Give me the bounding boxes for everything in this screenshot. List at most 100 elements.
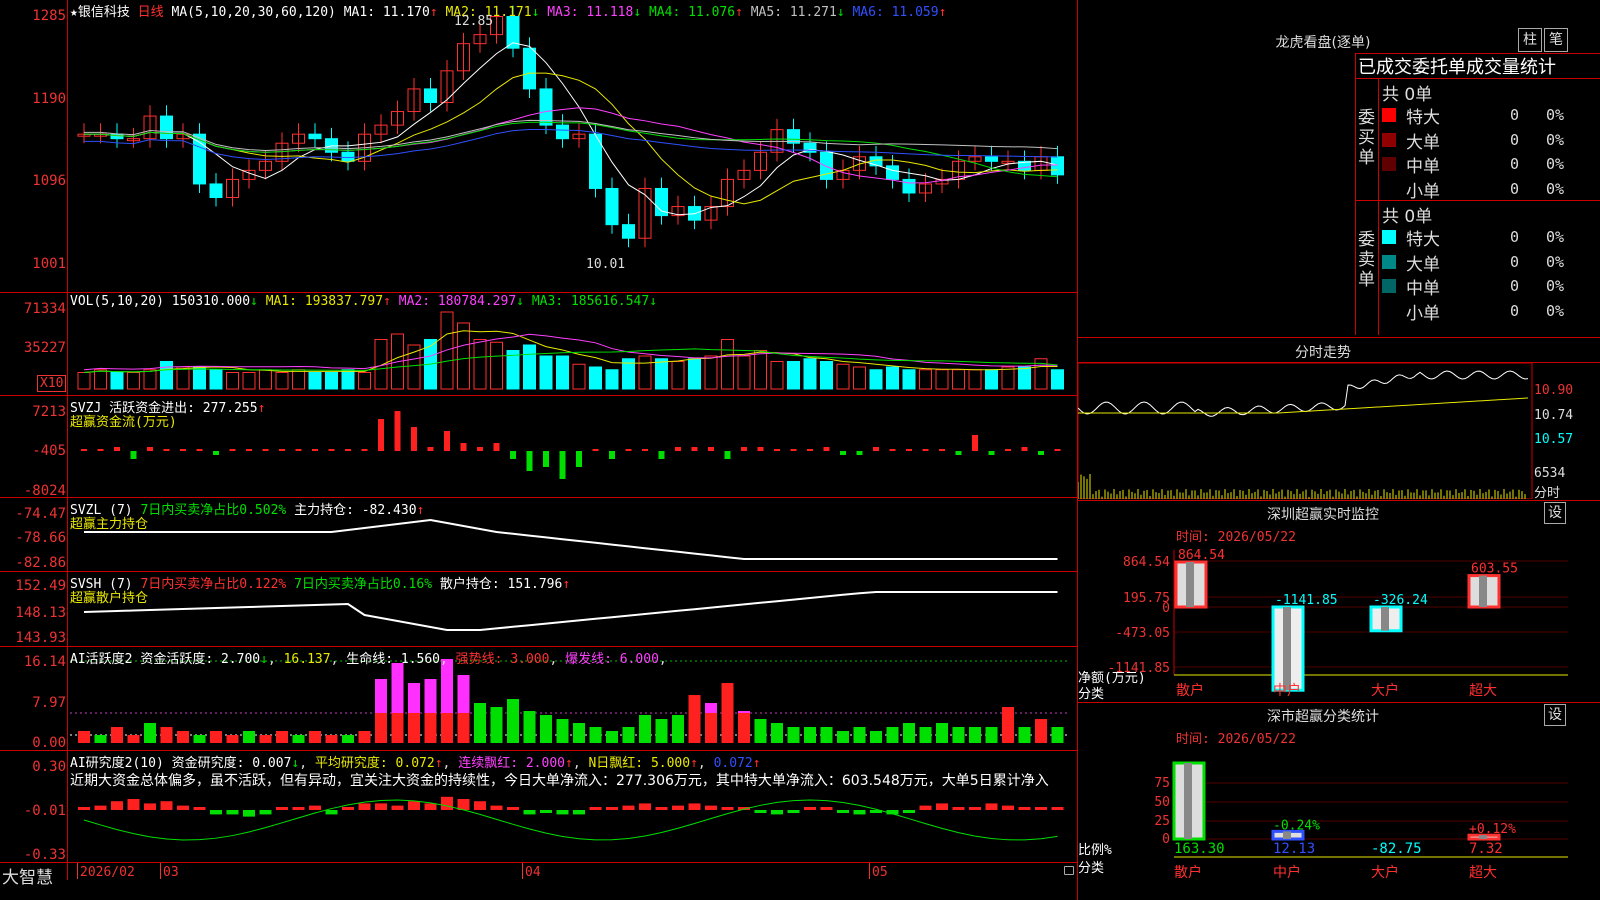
monitor-value-label: 603.55 [1471, 562, 1518, 577]
flow-bar [1005, 449, 1011, 451]
ai1-bar [490, 707, 503, 743]
flow-bar [955, 451, 962, 455]
flow-bar [1021, 447, 1028, 451]
main-chart-area[interactable] [0, 0, 1080, 880]
intraday-label-3: 10.57 [1534, 432, 1574, 447]
vol-label-1: 71334 [23, 301, 66, 317]
ai1-bar [672, 715, 684, 743]
flow-bar [906, 449, 912, 451]
volume-bar [1001, 366, 1015, 390]
ai2-bar [787, 810, 800, 813]
flow-bar [460, 443, 467, 451]
row-label: 中单 [1406, 157, 1440, 177]
ai1-bar [193, 735, 206, 743]
volume-bar [193, 366, 206, 390]
monitor-bar-shade [1283, 607, 1291, 691]
ai2-bar [424, 803, 437, 810]
ai2-bar [639, 803, 651, 810]
flow-bar [510, 451, 516, 459]
ai2-bar [160, 801, 173, 810]
ai2-bar [1002, 805, 1014, 810]
volume-bar [523, 344, 536, 390]
candle-body [886, 165, 899, 180]
tick-mode-button[interactable]: 笔 [1544, 28, 1568, 52]
main-position-line [84, 518, 1058, 560]
ai2-bar [754, 810, 767, 813]
ma-item-1: MA1: 11.170 [343, 5, 430, 20]
volume-bar [935, 369, 949, 390]
volume-bar [176, 366, 190, 390]
row-swatch [1382, 132, 1396, 147]
volume-bar [589, 366, 602, 390]
stock-name[interactable]: 银信科技 [78, 5, 130, 20]
ai1-bar [639, 715, 651, 743]
row-count: 0 [1510, 130, 1520, 149]
ai2-header: AI研究度2(10) 资金研究度: 0.007↓, 平均研究度: 0.072↑,… [70, 756, 761, 771]
flow-bar [444, 431, 450, 451]
intraday-label-5: 分时 [1534, 486, 1561, 501]
row-label: 大单 [1406, 132, 1440, 153]
ai2-streak-arrow: ↑ [564, 756, 573, 771]
ai2-bar [952, 807, 965, 810]
classify-settings-button[interactable]: 设 [1544, 704, 1566, 726]
row-count: 0 [1510, 179, 1520, 198]
ai1-bar [820, 727, 833, 743]
dragon-title: 龙虎看盘(逐单) [1275, 35, 1371, 51]
monitor-settings-button[interactable]: 设 [1544, 502, 1566, 524]
ai1-bar [1035, 719, 1047, 743]
svzl-text1: 7日内买卖净占比0.502% [140, 503, 287, 518]
bar-mode-button[interactable]: 柱 [1518, 28, 1542, 52]
ma-item-4: MA4: 11.076 [641, 5, 736, 20]
ai2-bar [837, 810, 849, 813]
ai2-bar [210, 810, 222, 815]
flow-bar [147, 447, 153, 451]
vol-ma-line [83, 348, 1058, 373]
ma-line [84, 119, 1058, 151]
flow-bar [675, 447, 681, 451]
flow-bar [213, 451, 219, 455]
period-label[interactable]: 日线 [138, 5, 164, 20]
ai1-bar [1002, 707, 1014, 743]
flow-bar [840, 451, 846, 455]
flow-bar [427, 447, 434, 451]
ai2-bar [1051, 807, 1064, 810]
flow-bar [378, 419, 384, 451]
intraday-title: 分时走势 [1295, 345, 1351, 361]
ai1-bar [655, 719, 668, 743]
date-label-1: 2026/02 [80, 865, 135, 880]
ai2-bar [94, 805, 107, 810]
row-swatch [1382, 230, 1396, 244]
analysis-comment: 近期大资金总体偏多，虽不活跃，但有异动，宜关注大资金的持续性，今日大单净流入：2… [70, 773, 1049, 789]
ai2-bar [771, 810, 783, 815]
ai2-bar [193, 807, 206, 810]
classify-value-label: -82.75 [1371, 841, 1422, 857]
lock-icon[interactable] [1064, 866, 1074, 875]
ai1-bar [424, 713, 437, 743]
ai2-bar [985, 803, 998, 810]
flow-bar [609, 451, 615, 459]
classify-bar-label: +0.12% [1469, 822, 1516, 837]
svzl-sub: 超赢主力持仓 [70, 517, 149, 532]
volume-bar [704, 355, 718, 390]
ai1-bar [870, 731, 882, 743]
volume-bar [1018, 366, 1031, 390]
ai2-bar [573, 810, 585, 815]
ai1-arrow: ↓ [260, 652, 268, 667]
ai2-bar [292, 807, 305, 810]
volume-bar [968, 369, 982, 390]
volume-bar [853, 366, 866, 390]
ai1-label-3: 0.00 [32, 735, 66, 751]
flow-bar [1054, 449, 1061, 451]
flow-bar [526, 451, 533, 471]
volume-bar [638, 355, 652, 390]
flow-bar [328, 449, 335, 451]
monitor-y-label: 864.54 [1123, 555, 1170, 570]
volume-bar [473, 339, 487, 390]
volume-bar [325, 372, 338, 390]
buy-side-label: 委买单 [1358, 108, 1375, 168]
ai1-text2: 生命线: 1.560 [346, 652, 441, 667]
date-label-4: 05 [872, 865, 888, 880]
low-annotation: 10.01 [586, 257, 626, 272]
intraday-chart[interactable] [1078, 363, 1600, 499]
svsh-text2: 7日内买卖净占比0.16% [294, 577, 433, 592]
